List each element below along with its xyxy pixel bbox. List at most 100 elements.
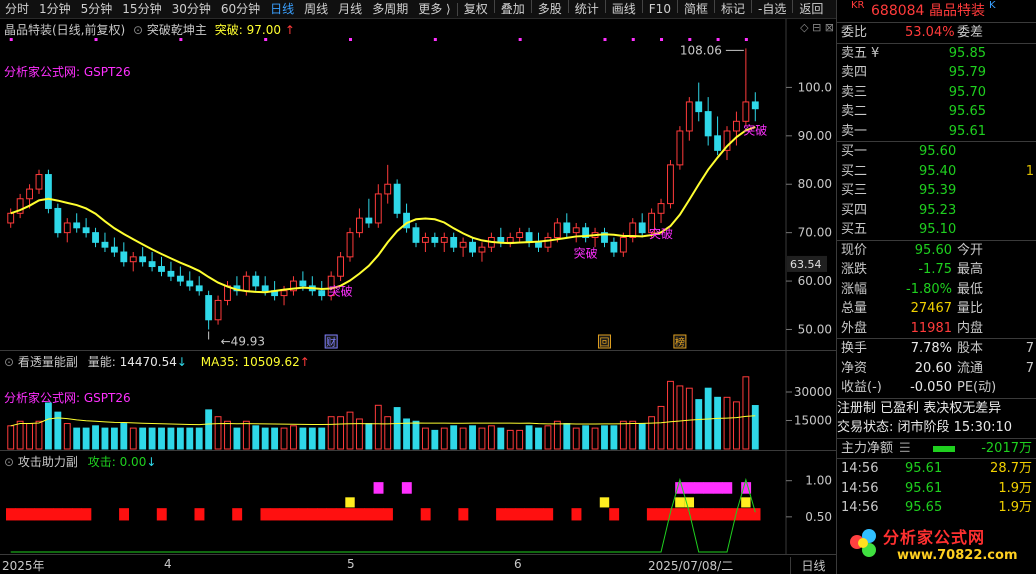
attack-magenta-bar	[401, 482, 412, 494]
tool-button[interactable]: F10	[644, 0, 676, 19]
period-tab[interactable]: 5分钟	[76, 0, 118, 19]
period-tab[interactable]: 周线	[299, 0, 333, 19]
attack-red-bar	[514, 508, 525, 521]
volume-bar	[421, 427, 429, 450]
ask-row[interactable]: 卖五 ¥95.85	[837, 44, 1036, 64]
period-tab[interactable]: 日线	[265, 0, 299, 19]
breakout-signal-label: 突破	[649, 226, 673, 241]
attack-chart[interactable]: 1.00 0.50	[0, 451, 836, 555]
ask-book: 卖五 ¥95.85 卖四 95.79 卖三 95.70 卖二 95.65 卖一 95.61	[837, 44, 1036, 142]
volume-bar	[299, 427, 307, 450]
attack-red-bar	[420, 508, 431, 521]
ask-row[interactable]: 卖一 95.61	[837, 122, 1036, 142]
stat-label: 收益(-)	[841, 380, 882, 395]
period-tab[interactable]: 分时	[0, 0, 34, 19]
volume-bar	[7, 425, 15, 450]
bid-price: 95.23	[919, 202, 957, 218]
volume-bar	[337, 416, 345, 450]
tick-row: 14:56 95.61 1.9万	[837, 479, 1036, 499]
candle-body	[139, 256, 147, 263]
period-tab[interactable]: 30分钟	[167, 0, 216, 19]
tool-button[interactable]: -自选	[753, 0, 791, 19]
period-tab[interactable]: 多周期	[367, 0, 413, 19]
ask-row[interactable]: 卖二 95.65	[837, 102, 1036, 122]
volume-chart[interactable]: 30000 15000	[0, 351, 836, 451]
top-dot-marker	[716, 38, 720, 41]
y-tick-label: 1.00	[805, 474, 832, 488]
attack-red-bar	[741, 508, 752, 521]
attack-red-bar	[675, 508, 686, 521]
volume-bar	[73, 427, 81, 450]
period-tab[interactable]: 60分钟	[216, 0, 265, 19]
tick-price: 95.61	[905, 461, 943, 476]
candle-body	[148, 261, 156, 268]
tool-button[interactable]: 简框	[679, 0, 713, 19]
candle-body	[733, 120, 740, 132]
bid-row[interactable]: 买一 95.60	[837, 142, 1036, 162]
period-tab[interactable]: 15分钟	[117, 0, 166, 19]
period-tabs: 分时 1分钟 5分钟 15分钟 30分钟 60分钟 日线 周线 月线 多周期 更多 ⟩	[0, 0, 456, 19]
volume-bar	[412, 420, 420, 450]
pane-controls[interactable]: ◇ ⊟ ⊠	[800, 21, 834, 34]
attack-red-bar	[354, 508, 365, 521]
bid-row[interactable]: 买四 95.23	[837, 201, 1036, 221]
tool-button[interactable]: 多股	[533, 0, 567, 19]
volume-bar	[610, 425, 618, 450]
kline-chart[interactable]: 100.0 90.00 80.00 70.00 60.00 50.00 108.06 ←49.…	[0, 19, 836, 350]
attack-red-bar	[646, 508, 657, 521]
volume-bar	[535, 427, 542, 450]
bid-row[interactable]: 买三 95.39	[837, 181, 1036, 201]
attack-red-bar	[458, 508, 469, 521]
y-tick-label: 70.00	[798, 226, 832, 240]
attack-magenta-bar	[373, 482, 384, 494]
attack-magenta-bar	[722, 482, 733, 494]
price-tag: 63.54	[790, 258, 822, 271]
divider	[750, 0, 752, 13]
stat-value: 20.60	[914, 360, 952, 376]
tool-button[interactable]: 叠加	[496, 0, 530, 19]
tool-button[interactable]: 标记	[716, 0, 750, 19]
period-tab[interactable]: 月线	[333, 0, 367, 19]
period-tab[interactable]: 更多 ⟩	[413, 0, 456, 19]
period-tab[interactable]: 1分钟	[34, 0, 76, 19]
bid-row[interactable]: 买二 95.40 1	[837, 162, 1036, 182]
attack-red-bar	[62, 508, 73, 521]
period-indicator[interactable]: 日线	[790, 557, 836, 574]
bid-price: 95.40	[919, 163, 957, 179]
attack-red-bar	[298, 508, 309, 521]
weibi-label: 委比	[841, 25, 868, 40]
y-tick-label: 50.00	[798, 322, 832, 336]
tick-volume: 1.9万	[998, 480, 1032, 496]
tool-button[interactable]: 统计	[570, 0, 604, 19]
tool-button[interactable]: 复权	[459, 0, 493, 19]
tool-button[interactable]: 画线	[607, 0, 641, 19]
attack-red-bar	[53, 508, 64, 521]
tool-button[interactable]: 返回	[794, 0, 828, 19]
list-icon[interactable]: ☰	[899, 439, 911, 459]
bid-price: 95.60	[919, 144, 957, 159]
candle-body	[374, 193, 382, 224]
top-dot-marker	[518, 38, 522, 41]
logo-text: 分析家公式网	[883, 528, 986, 547]
period-toolbar: 分时 1分钟 5分钟 15分钟 30分钟 60分钟 日线 周线 月线 多周期 更多 ⟩ 复权 叠加 多股…	[0, 0, 836, 19]
volume-bar	[459, 427, 467, 450]
bid-row[interactable]: 买五 95.10	[837, 220, 1036, 240]
stat-row: 涨幅 -1.80% 最低	[837, 280, 1036, 300]
listing-tags: 注册制 已盈利 表决权无差异	[837, 400, 1002, 416]
attack-red-bar	[156, 508, 167, 521]
divider	[604, 0, 606, 13]
volume-bar	[346, 411, 354, 450]
y-tick-label: 15000	[794, 414, 832, 428]
stat-label: 最高	[957, 262, 984, 277]
netflow-value: -2017万	[981, 440, 1032, 456]
ask-row[interactable]: 卖三 95.70	[837, 83, 1036, 103]
ask-label: 卖二	[841, 104, 868, 119]
volume-bar	[214, 416, 222, 450]
stock-name: 晶品特装	[929, 3, 985, 19]
divider	[567, 0, 569, 13]
volume-bar	[619, 420, 627, 450]
candle-body	[506, 236, 514, 243]
volume-bar	[374, 404, 382, 450]
ask-row[interactable]: 卖四 95.79	[837, 63, 1036, 83]
attack-red-bar	[15, 508, 26, 521]
